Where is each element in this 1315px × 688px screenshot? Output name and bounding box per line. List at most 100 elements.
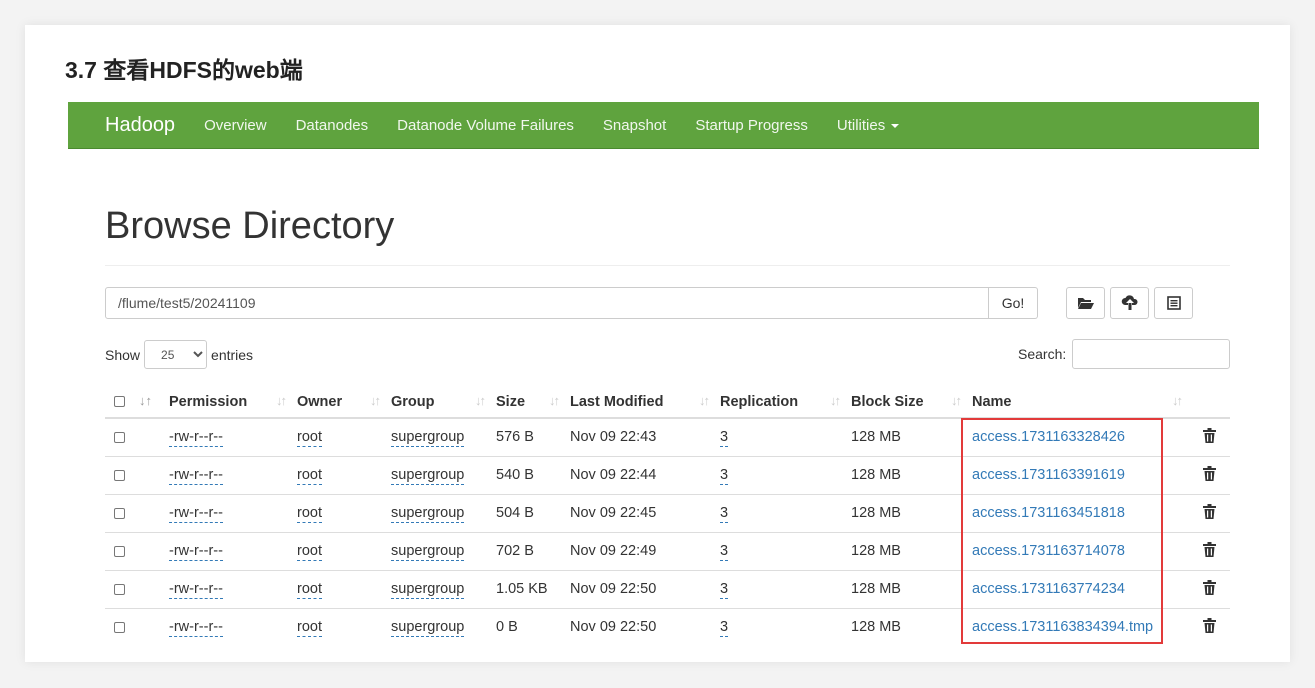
- cut-paste-button[interactable]: [1154, 287, 1193, 319]
- document-card: 3.7 查看HDFS的web端 Hadoop Overview Datanode…: [25, 25, 1290, 662]
- table-row: -rw-r--r-- root supergroup 504 B Nov 09 22:4…: [105, 493, 1230, 532]
- trash-icon[interactable]: [1203, 427, 1216, 443]
- row-checkbox[interactable]: [114, 507, 125, 519]
- col-last-modified[interactable]: Last Modified ↓↑: [564, 380, 714, 419]
- col-owner[interactable]: Owner ↓↑: [291, 380, 385, 419]
- row-checkbox[interactable]: [114, 431, 125, 443]
- modified-cell: Nov 09 22:50: [564, 569, 714, 608]
- search-control: Search:: [1018, 339, 1231, 369]
- row-checkbox[interactable]: [114, 583, 125, 595]
- row-spacer: [135, 455, 163, 494]
- nav-utilities-dropdown[interactable]: Utilities: [837, 117, 900, 134]
- owner-value[interactable]: root: [297, 429, 322, 448]
- nav-snapshot[interactable]: Snapshot: [603, 117, 666, 134]
- size-cell: 504 B: [490, 493, 564, 532]
- create-directory-button[interactable]: [1066, 287, 1105, 319]
- group-value[interactable]: supergroup: [391, 581, 465, 599]
- owner-value[interactable]: root: [297, 505, 322, 523]
- file-name-link[interactable]: access.1731163834394.tmp: [972, 619, 1153, 635]
- toolbar: [1066, 287, 1193, 319]
- caret-down-icon: [891, 123, 900, 128]
- col-name[interactable]: Name ↓↑: [966, 380, 1187, 419]
- table-header-row: ↓↑ Permission ↓↑ Owner ↓↑ Group ↓↑ Size ↓↑ L…: [105, 380, 1230, 419]
- row-checkbox[interactable]: [114, 621, 125, 633]
- modified-cell: Nov 09 22:43: [570, 429, 657, 446]
- permission-value[interactable]: -rw-r--r--: [169, 467, 223, 485]
- actions-cell: [1187, 493, 1230, 532]
- group-value[interactable]: supergroup: [391, 619, 465, 638]
- row-checkbox[interactable]: [114, 545, 125, 557]
- row-checkbox[interactable]: [114, 469, 125, 481]
- owner-value[interactable]: root: [297, 581, 322, 599]
- navbar: Hadoop Overview Datanodes Datanode Volum…: [68, 102, 1259, 149]
- trash-icon[interactable]: [1203, 579, 1216, 595]
- replication-value[interactable]: 3: [720, 505, 729, 523]
- search-input[interactable]: [1072, 339, 1231, 369]
- select-all-checkbox[interactable]: [114, 396, 125, 408]
- trash-icon[interactable]: [1203, 617, 1216, 633]
- group-value[interactable]: supergroup: [391, 429, 465, 448]
- owner-value[interactable]: root: [297, 467, 322, 485]
- col-size[interactable]: Size ↓↑: [490, 380, 564, 419]
- entries-length-select[interactable]: 25: [144, 340, 208, 369]
- sort-icon: ↓↑: [699, 393, 710, 408]
- file-name-link[interactable]: access.1731163451818: [972, 505, 1125, 521]
- owner-cell: root: [291, 531, 385, 570]
- navbar-brand[interactable]: Hadoop: [105, 114, 175, 137]
- owner-value[interactable]: root: [297, 619, 322, 638]
- name-cell: access.1731163834394.tmp: [966, 607, 1187, 646]
- replication-value[interactable]: 3: [720, 581, 729, 599]
- table-row: -rw-r--r-- root supergroup 0 B Nov 09 22:50 3…: [105, 607, 1230, 646]
- size-cell: 540 B: [490, 455, 564, 494]
- replication-cell: 3: [714, 493, 845, 532]
- cloud-upload-icon: [1121, 295, 1138, 310]
- row-select-cell: [105, 418, 135, 456]
- group-value[interactable]: supergroup: [391, 505, 465, 523]
- group-value[interactable]: supergroup: [391, 467, 465, 485]
- sort-icon: ↓↑: [1172, 393, 1183, 408]
- nav-overview[interactable]: Overview: [204, 117, 267, 134]
- group-cell: supergroup: [385, 531, 490, 570]
- replication-value[interactable]: 3: [720, 619, 729, 638]
- select-all-header[interactable]: [105, 380, 135, 419]
- sort-icon: ↓↑: [549, 393, 560, 408]
- page-title: Browse Directory: [105, 205, 395, 247]
- nav-datanodes[interactable]: Datanodes: [296, 117, 369, 134]
- owner-cell: root: [291, 493, 385, 532]
- col-group[interactable]: Group ↓↑: [385, 380, 490, 419]
- name-cell: access.1731163774234: [966, 569, 1187, 608]
- nav-datanode-volume-failures[interactable]: Datanode Volume Failures: [397, 117, 574, 134]
- file-name-link[interactable]: access.1731163328426: [972, 429, 1125, 445]
- permission-value[interactable]: -rw-r--r--: [169, 429, 223, 448]
- permission-cell: -rw-r--r--: [163, 607, 291, 646]
- file-name-link[interactable]: access.1731163391619: [972, 467, 1125, 483]
- go-button[interactable]: Go!: [989, 287, 1038, 319]
- replication-value[interactable]: 3: [720, 467, 729, 485]
- table-row: -rw-r--r-- root supergroup 576 B Nov 09 22:4…: [105, 418, 1230, 456]
- col-replication[interactable]: Replication ↓↑: [714, 380, 845, 419]
- col-actions: [1187, 380, 1230, 419]
- owner-value[interactable]: root: [297, 543, 322, 561]
- file-name-link[interactable]: access.1731163774234: [972, 581, 1125, 597]
- trash-icon[interactable]: [1203, 503, 1216, 519]
- nav-startup-progress[interactable]: Startup Progress: [695, 117, 808, 134]
- permission-value[interactable]: -rw-r--r--: [169, 543, 223, 561]
- col-block-size[interactable]: Block Size ↓↑: [845, 380, 966, 419]
- sort-icon: ↓↑: [830, 393, 841, 408]
- sort-icon: ↓↑: [951, 393, 962, 408]
- trash-icon[interactable]: [1203, 541, 1216, 557]
- permission-value[interactable]: -rw-r--r--: [169, 581, 223, 599]
- table-row: -rw-r--r-- root supergroup 702 B Nov 09 22:4…: [105, 531, 1230, 570]
- directory-path-input[interactable]: [105, 287, 989, 319]
- upload-button[interactable]: [1110, 287, 1149, 319]
- replication-value[interactable]: 3: [720, 543, 729, 561]
- permission-value[interactable]: -rw-r--r--: [169, 619, 223, 638]
- permission-value[interactable]: -rw-r--r--: [169, 505, 223, 523]
- file-name-link[interactable]: access.1731163714078: [972, 543, 1125, 559]
- trash-icon[interactable]: [1203, 465, 1216, 481]
- sort-header[interactable]: ↓↑: [135, 380, 163, 419]
- group-value[interactable]: supergroup: [391, 543, 465, 561]
- divider: [105, 265, 1230, 266]
- col-permission[interactable]: Permission ↓↑: [163, 380, 291, 419]
- replication-value[interactable]: 3: [720, 429, 729, 448]
